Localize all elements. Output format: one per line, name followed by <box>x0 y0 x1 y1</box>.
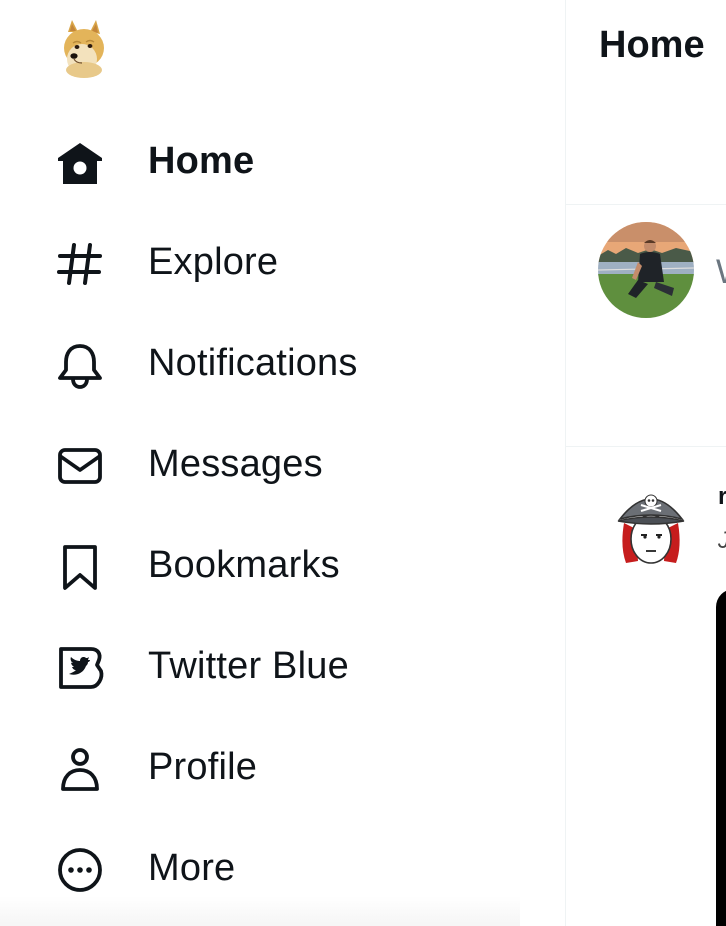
nav-item-explore[interactable]: Explore <box>0 209 565 310</box>
tweet-media[interactable] <box>716 589 726 926</box>
timeline-header: Home <box>566 0 726 205</box>
person-icon <box>55 744 105 794</box>
more-circle-icon <box>55 845 105 895</box>
tweet-composer: W <box>566 205 726 447</box>
nav-item-label: Bookmarks <box>148 544 340 586</box>
home-icon <box>55 138 105 188</box>
twitter-home-page: Home Explore Notifications Messages Book… <box>0 0 726 926</box>
nav-item-messages[interactable]: Messages <box>0 411 565 512</box>
tweet-author-avatar[interactable] <box>616 477 686 569</box>
bell-icon <box>55 340 105 390</box>
nav-item-label: Notifications <box>148 342 358 384</box>
nav-item-label: Profile <box>148 746 258 788</box>
nav-item-label: Messages <box>148 443 323 485</box>
envelope-icon <box>55 441 105 491</box>
hashtag-icon <box>55 239 105 289</box>
bookmark-icon <box>55 542 105 592</box>
tweet-text: J <box>718 527 726 555</box>
tweet[interactable]: r J <box>566 447 726 926</box>
sidebar: Home Explore Notifications Messages Book… <box>0 0 565 926</box>
tweet-author-name[interactable]: r <box>718 483 726 511</box>
nav-item-label: Explore <box>148 241 279 283</box>
nav-item-twitter-blue[interactable]: Twitter Blue <box>0 613 565 714</box>
twitter-blue-icon <box>55 643 105 693</box>
nav-item-label: Twitter Blue <box>148 645 349 687</box>
timeline: Home r <box>566 0 726 926</box>
user-avatar[interactable] <box>598 222 694 318</box>
sidebar-bottom-fade <box>0 896 520 926</box>
page-title: Home <box>599 24 705 66</box>
composer-placeholder[interactable]: W <box>716 253 726 292</box>
nav-item-notifications[interactable]: Notifications <box>0 310 565 411</box>
nav-item-label: Home <box>148 140 255 182</box>
nav-item-home[interactable]: Home <box>0 108 565 209</box>
nav-item-label: More <box>148 847 236 889</box>
nav-item-profile[interactable]: Profile <box>0 714 565 815</box>
main-nav: Home Explore Notifications Messages Book… <box>0 108 565 916</box>
doge-logo-icon[interactable] <box>58 18 110 78</box>
nav-item-bookmarks[interactable]: Bookmarks <box>0 512 565 613</box>
